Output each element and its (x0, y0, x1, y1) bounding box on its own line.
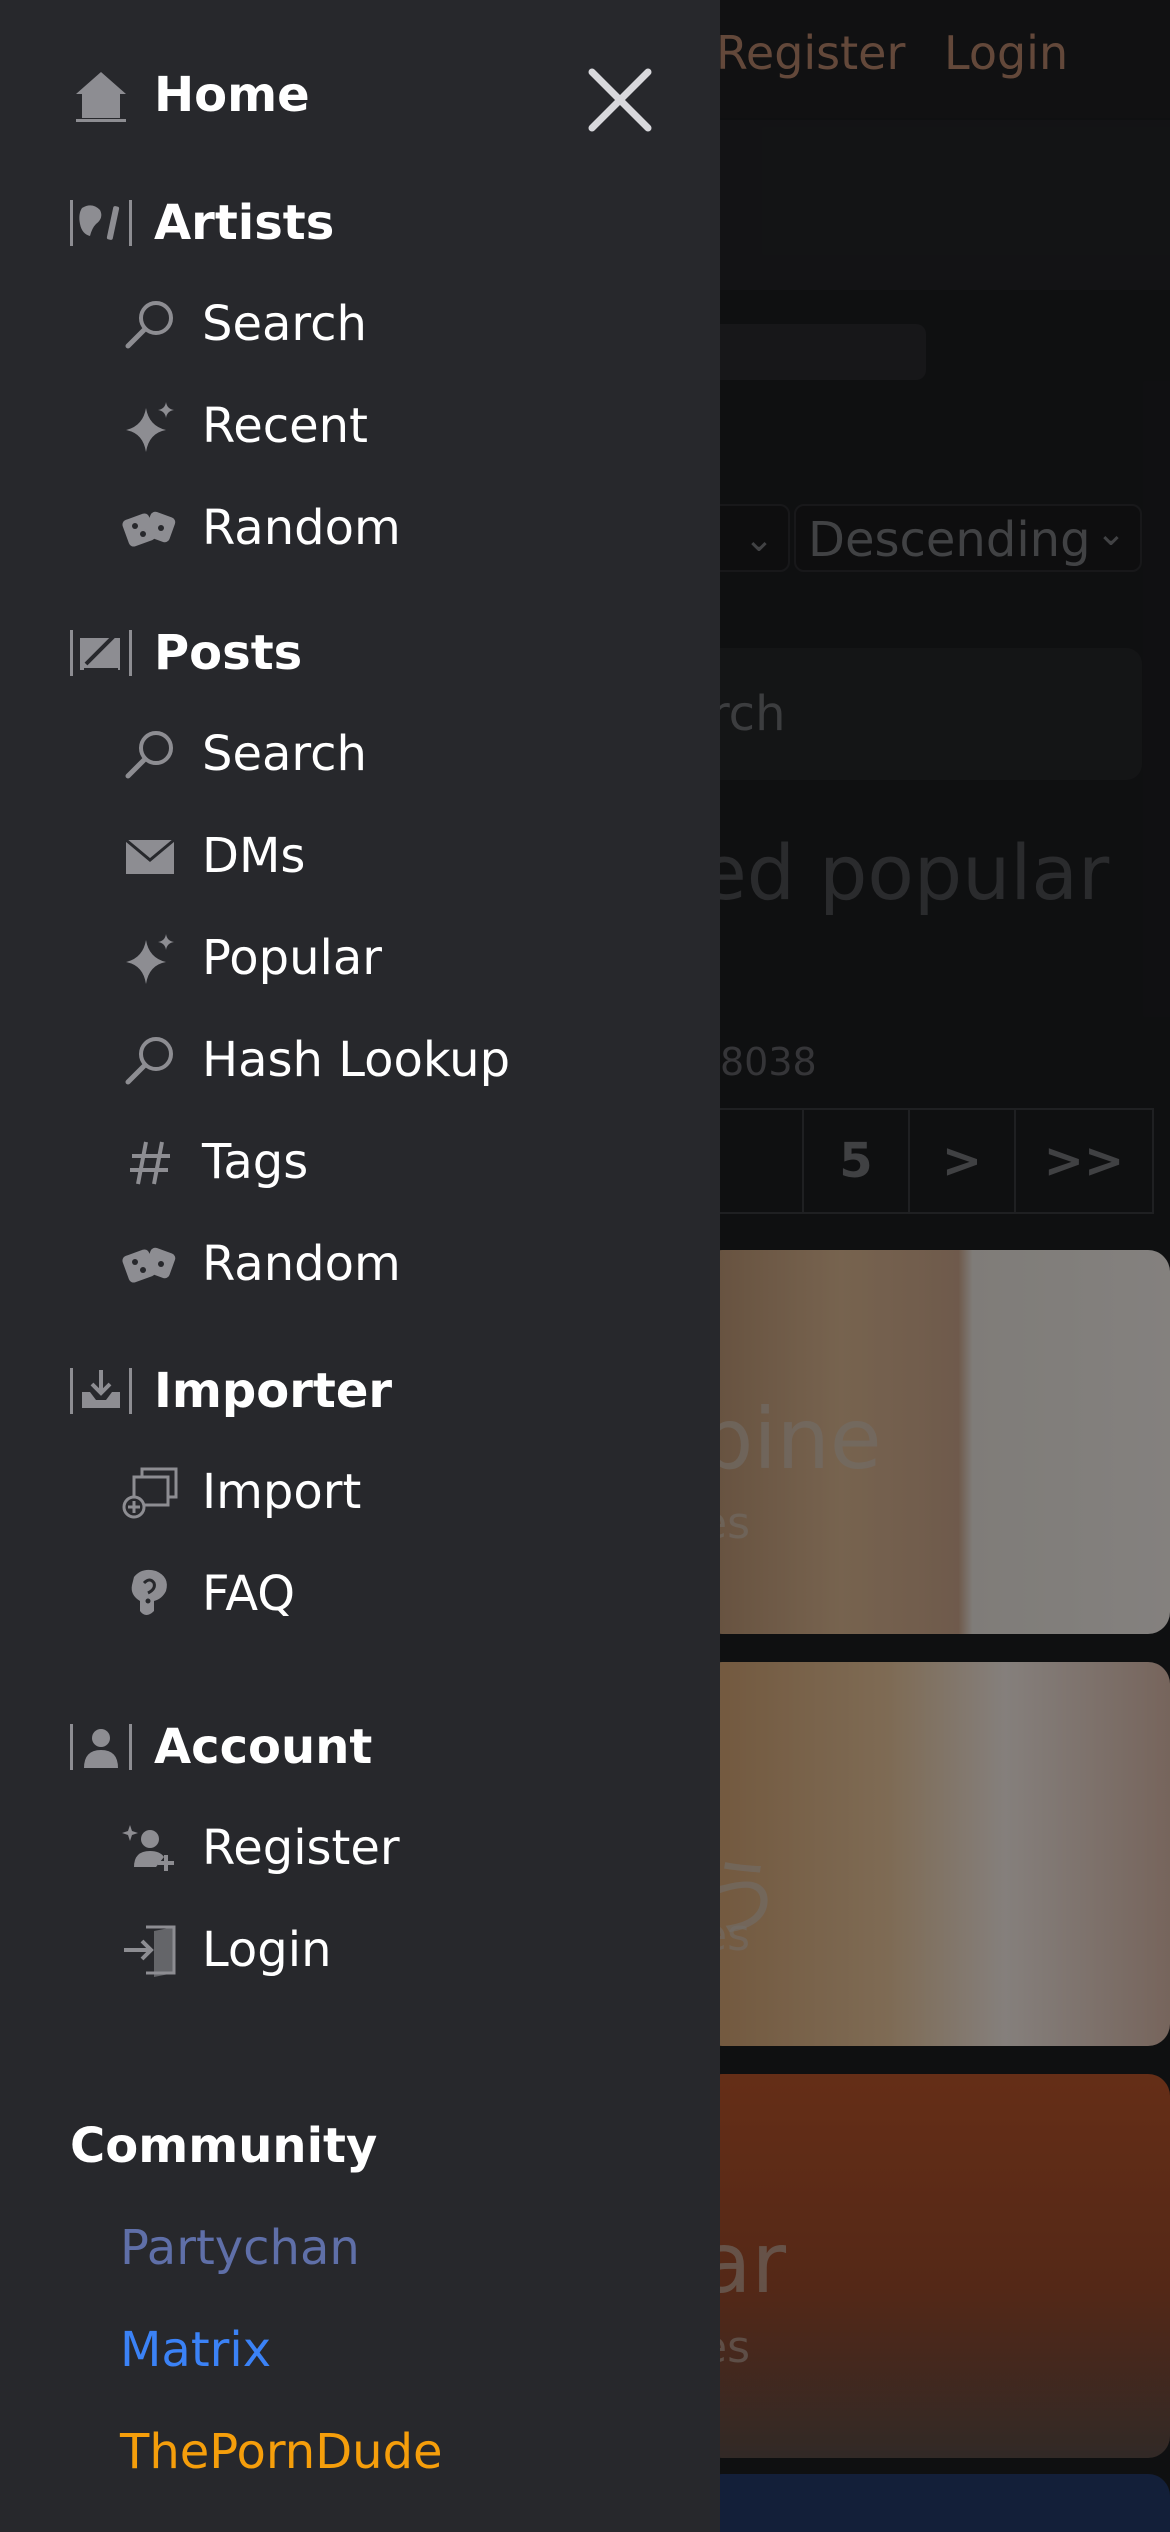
nav-posts-popular[interactable]: Popular (120, 928, 382, 988)
nav-artists-random-label: Random (202, 500, 401, 556)
community-link-matrix[interactable]: Matrix (120, 2322, 271, 2378)
nav-artists-recent-label: Recent (202, 398, 368, 454)
posts-icon (70, 622, 132, 684)
nav-posts-random[interactable]: Random (120, 1234, 401, 1294)
sparkle-icon (120, 928, 180, 988)
nav-home[interactable]: Home (70, 64, 310, 126)
nav-section-importer[interactable]: Importer (70, 1360, 392, 1422)
nav-section-account-label: Account (154, 1719, 373, 1775)
nav-importer-import[interactable]: Import (120, 1462, 361, 1522)
nav-posts-popular-label: Popular (202, 930, 382, 986)
nav-posts-search-label: Search (202, 726, 367, 782)
nav-artists-search[interactable]: Search (120, 294, 367, 354)
faq-icon (120, 1564, 180, 1624)
envelope-icon (120, 826, 180, 886)
nav-posts-dms-label: DMs (202, 828, 306, 884)
nav-artists-search-label: Search (202, 296, 367, 352)
community-link-partychan[interactable]: Partychan (120, 2220, 360, 2276)
nav-artists-random[interactable]: Random (120, 498, 401, 558)
nav-posts-tags-label: Tags (202, 1134, 309, 1190)
nav-posts-search[interactable]: Search (120, 724, 367, 784)
nav-posts-hash-lookup-label: Hash Lookup (202, 1032, 511, 1088)
nav-posts-dms[interactable]: DMs (120, 826, 305, 886)
nav-account-login-label: Login (202, 1922, 332, 1978)
nav-importer-import-label: Import (202, 1464, 362, 1520)
close-drawer-button[interactable] (584, 64, 656, 136)
nav-section-importer-label: Importer (154, 1363, 393, 1419)
close-icon (588, 68, 652, 132)
nav-section-account[interactable]: Account (70, 1716, 372, 1778)
import-icon (120, 1462, 180, 1522)
nav-artists-recent[interactable]: Recent (120, 396, 368, 456)
nav-posts-random-label: Random (202, 1236, 401, 1292)
nav-account-register-label: Register (202, 1820, 400, 1876)
nav-account-login[interactable]: Login (120, 1920, 332, 1980)
importer-icon (70, 1360, 132, 1422)
dice-icon (120, 498, 180, 558)
community-link-theporndude[interactable]: ThePornDude (120, 2424, 443, 2480)
artists-icon (70, 192, 132, 254)
login-icon (120, 1920, 180, 1980)
nav-section-artists-label: Artists (154, 195, 335, 251)
search-icon (120, 1030, 180, 1090)
nav-home-label: Home (154, 67, 310, 123)
nav-importer-faq-label: FAQ (202, 1566, 295, 1622)
dice-icon (120, 1234, 180, 1294)
register-icon (120, 1818, 180, 1878)
nav-section-posts[interactable]: Posts (70, 622, 302, 684)
home-icon (70, 64, 132, 126)
nav-posts-tags[interactable]: Tags (120, 1132, 308, 1192)
community-heading-label: Community (70, 2118, 378, 2174)
nav-section-posts-label: Posts (154, 625, 303, 681)
community-heading: Community (70, 2118, 377, 2174)
search-icon (120, 724, 180, 784)
sparkle-icon (120, 396, 180, 456)
nav-posts-hash-lookup[interactable]: Hash Lookup (120, 1030, 510, 1090)
hash-icon (120, 1132, 180, 1192)
account-icon (70, 1716, 132, 1778)
side-drawer: Home Artists Search Recent Random Posts (0, 0, 720, 2532)
nav-importer-faq[interactable]: FAQ (120, 1564, 295, 1624)
search-icon (120, 294, 180, 354)
nav-section-artists[interactable]: Artists (70, 192, 334, 254)
nav-account-register[interactable]: Register (120, 1818, 400, 1878)
